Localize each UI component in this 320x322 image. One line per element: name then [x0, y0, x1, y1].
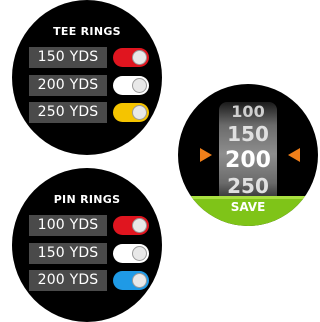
- toggle-knob: [132, 50, 147, 65]
- pin-ring-row-200: 200 YDS: [29, 270, 153, 291]
- toggle-knob: [132, 218, 147, 233]
- toggle-knob: [132, 246, 147, 261]
- pin-ring-100-toggle[interactable]: [113, 216, 149, 235]
- pin-rings-screen: PIN RINGS 100 YDS 150 YDS 200 YDS: [12, 168, 162, 322]
- tee-ring-row-250: 250 YDS: [29, 102, 153, 123]
- tee-rings-title: TEE RINGS: [53, 25, 121, 38]
- pin-ring-row-150: 150 YDS: [29, 243, 153, 264]
- picker-value: 250: [227, 174, 269, 198]
- yardage-picker-screen: 100 150 200 250 300 SAVE: [178, 84, 318, 226]
- toggle-knob: [132, 105, 147, 120]
- picker-value: 100: [231, 102, 265, 121]
- picker-value: 150: [227, 122, 269, 146]
- picker-selected-value: 200: [225, 148, 271, 173]
- page-dots-icon: [240, 216, 256, 220]
- tee-ring-label: 200 YDS: [29, 75, 107, 96]
- pin-ring-label: 100 YDS: [29, 215, 107, 236]
- toggle-knob: [132, 78, 147, 93]
- tee-ring-row-200: 200 YDS: [29, 75, 153, 96]
- pin-ring-label: 150 YDS: [29, 243, 107, 264]
- save-label: SAVE: [230, 200, 266, 214]
- save-button[interactable]: SAVE: [178, 196, 318, 226]
- toggle-knob: [132, 273, 147, 288]
- yardage-drum[interactable]: 100 150 200 250 300: [219, 102, 277, 219]
- tee-ring-250-toggle[interactable]: [113, 103, 149, 122]
- selection-arrow-left-icon: [200, 148, 212, 162]
- tee-ring-150-toggle[interactable]: [113, 48, 149, 67]
- tee-ring-row-150: 150 YDS: [29, 47, 153, 68]
- tee-ring-label: 150 YDS: [29, 47, 107, 68]
- pin-ring-150-toggle[interactable]: [113, 244, 149, 263]
- pin-ring-label: 200 YDS: [29, 270, 107, 291]
- pin-ring-row-100: 100 YDS: [29, 215, 153, 236]
- tee-ring-label: 250 YDS: [29, 102, 107, 123]
- tee-ring-200-toggle[interactable]: [113, 76, 149, 95]
- selection-arrow-right-icon: [288, 148, 300, 162]
- tee-rings-screen: TEE RINGS 150 YDS 200 YDS 250 YDS: [12, 0, 162, 155]
- pin-ring-200-toggle[interactable]: [113, 271, 149, 290]
- pin-rings-title: PIN RINGS: [53, 193, 121, 206]
